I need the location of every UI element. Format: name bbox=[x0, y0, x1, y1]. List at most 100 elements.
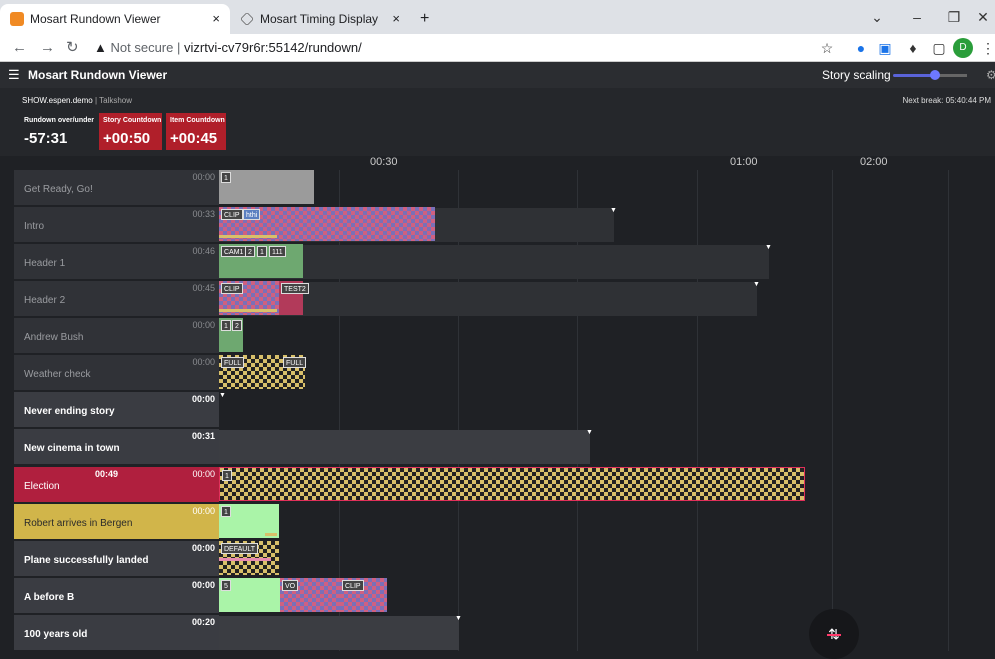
profile-avatar[interactable]: D bbox=[953, 38, 973, 58]
slider-knob[interactable] bbox=[930, 70, 940, 80]
story-label[interactable]: 100 years old 00:20 bbox=[14, 615, 219, 650]
forward-arrow-icon[interactable]: → bbox=[40, 34, 55, 62]
story-label[interactable]: Header 1 00:46 bbox=[14, 244, 219, 279]
show-type: Talkshow bbox=[99, 96, 132, 105]
story-item[interactable]: 1 2 bbox=[219, 318, 243, 352]
story-item[interactable]: 1 bbox=[219, 170, 314, 204]
url-text: vizrtvi-cv79r6r:55142/rundown/ bbox=[184, 40, 362, 55]
story-item[interactable]: CAM1 2 1 111 bbox=[219, 244, 303, 278]
item-tag: FULL bbox=[283, 357, 307, 368]
item-tag: 2 bbox=[245, 246, 255, 257]
story-row[interactable]: Andrew Bush 00:00 1 2 bbox=[14, 318, 995, 353]
story-label[interactable]: New cinema in town 00:31 bbox=[14, 429, 219, 464]
story-time: 00:00 bbox=[192, 172, 215, 182]
bookmark-star-icon[interactable]: ☆ bbox=[817, 38, 837, 58]
axis-tick: 00:30 bbox=[370, 156, 398, 168]
end-marker-icon: ▼ bbox=[586, 429, 593, 436]
counter-value: +00:45 bbox=[170, 130, 218, 147]
story-time: 00:00 bbox=[191, 580, 215, 590]
minimize-icon[interactable]: – bbox=[897, 0, 937, 34]
story-label[interactable]: Header 2 00:45 bbox=[14, 281, 219, 316]
story-scaling-slider[interactable] bbox=[893, 70, 967, 80]
story-row[interactable]: Election 00:49 00:00 1 bbox=[14, 467, 995, 502]
not-secure-label: Not secure bbox=[110, 40, 174, 55]
story-label[interactable]: Election 00:49 00:00 bbox=[14, 467, 219, 502]
story-item[interactable]: CLIP bbox=[340, 578, 387, 612]
story-label[interactable]: Get Ready, Go! 00:00 bbox=[14, 170, 219, 205]
item-tag: CLIP bbox=[342, 580, 364, 591]
close-tab-icon[interactable]: × bbox=[392, 4, 400, 34]
story-item[interactable]: DEFAULT bbox=[219, 541, 279, 575]
tab-rundown-viewer[interactable]: Mosart Rundown Viewer × bbox=[0, 4, 230, 34]
story-item[interactable]: TEST2 bbox=[279, 281, 309, 315]
reload-icon[interactable]: ↻ bbox=[66, 34, 79, 62]
story-label[interactable]: Weather check 00:00 bbox=[14, 355, 219, 390]
extension-icon[interactable]: ● bbox=[851, 38, 871, 58]
story-label[interactable]: Robert arrives in Bergen 00:00 bbox=[14, 504, 219, 539]
collapse-fab-button[interactable]: ⇅ bbox=[809, 609, 859, 659]
story-name: Intro bbox=[24, 221, 45, 232]
story-row[interactable]: Get Ready, Go! 00:00 1 bbox=[14, 170, 995, 205]
story-name: Plane successfully landed bbox=[24, 555, 149, 566]
tab-search-chevron-icon[interactable]: ⌄ bbox=[857, 0, 897, 34]
side-panel-icon[interactable]: ▢ bbox=[929, 38, 949, 58]
menu-icon[interactable]: ☰ bbox=[8, 62, 20, 88]
story-label[interactable]: Never ending story 00:00 bbox=[14, 392, 219, 427]
story-label[interactable]: Andrew Bush 00:00 bbox=[14, 318, 219, 353]
progress-bar bbox=[265, 533, 277, 536]
settings-icon[interactable]: ⚙ bbox=[986, 62, 995, 88]
story-row[interactable]: Header 1 00:46 ▼ CAM1 2 1 111 bbox=[14, 244, 995, 279]
story-label[interactable]: Intro 00:33 bbox=[14, 207, 219, 242]
story-item[interactable]: 1 bbox=[219, 504, 279, 538]
story-item[interactable]: 1 bbox=[219, 467, 805, 501]
show-info: SHOW.espen.demo | Talkshow bbox=[22, 96, 132, 105]
story-row[interactable]: Never ending story 00:00 ▼ bbox=[14, 392, 995, 427]
story-name: Weather check bbox=[24, 369, 91, 380]
story-item[interactable]: CLIP bbox=[219, 281, 279, 315]
progress-bar bbox=[219, 309, 277, 312]
end-marker-icon: ▼ bbox=[219, 392, 226, 399]
url-field[interactable]: ▲ Not secure | vizrtvi-cv79r6r:55142/run… bbox=[94, 37, 362, 59]
story-time: 00:00 bbox=[191, 394, 215, 404]
story-label[interactable]: Plane successfully landed 00:00 bbox=[14, 541, 219, 576]
item-tag: 2 bbox=[232, 320, 242, 331]
story-name: Header 2 bbox=[24, 295, 66, 306]
story-item[interactable]: VO bbox=[280, 578, 340, 612]
story-label[interactable]: A before B 00:00 bbox=[14, 578, 219, 613]
story-row[interactable]: New cinema in town 00:31 ▼ bbox=[14, 429, 995, 464]
story-time: 00:46 bbox=[192, 246, 215, 256]
story-row[interactable]: Intro 00:33 ▼ CLIP hthi bbox=[14, 207, 995, 242]
story-row[interactable]: A before B 00:00 5 VO CLIP bbox=[14, 578, 995, 613]
story-row[interactable]: Plane successfully landed 00:00 DEFAULT bbox=[14, 541, 995, 576]
tab-timing-display[interactable]: Mosart Timing Display × bbox=[230, 4, 410, 34]
story-row[interactable]: Header 2 00:45 ▼ CLIP TEST2 bbox=[14, 281, 995, 316]
extensions-puzzle-icon[interactable]: ♦ bbox=[903, 38, 923, 58]
back-arrow-icon[interactable]: ← bbox=[12, 34, 27, 62]
item-tag: hthi bbox=[243, 209, 261, 220]
story-item[interactable]: CLIP hthi bbox=[219, 207, 435, 241]
item-tag: 1 bbox=[221, 172, 231, 183]
more-menu-icon[interactable]: ⋮ bbox=[978, 38, 995, 58]
info-panel: SHOW.espen.demo | Talkshow Next break: 0… bbox=[0, 88, 995, 156]
close-window-icon[interactable]: ✕ bbox=[963, 0, 995, 34]
rundown-list: Get Ready, Go! 00:00 1 Intro 00:33 ▼ CLI… bbox=[0, 170, 995, 651]
close-tab-icon[interactable]: × bbox=[212, 4, 220, 34]
diamond-favicon-icon bbox=[240, 12, 254, 26]
item-tag: FULL bbox=[221, 357, 245, 368]
item-tag: TEST2 bbox=[281, 283, 309, 294]
story-item[interactable]: 5 bbox=[219, 578, 280, 612]
axis-tick: 02:00 bbox=[860, 156, 888, 168]
story-name: Andrew Bush bbox=[24, 332, 84, 343]
story-name: Header 1 bbox=[24, 258, 66, 269]
story-row[interactable]: Robert arrives in Bergen 00:00 1 bbox=[14, 504, 995, 539]
new-tab-button[interactable]: + bbox=[412, 4, 429, 34]
app-title: Mosart Rundown Viewer bbox=[28, 68, 168, 82]
collapse-line bbox=[827, 634, 841, 636]
end-marker-icon: ▼ bbox=[765, 244, 772, 251]
story-time: 00:00 bbox=[192, 506, 215, 516]
story-item[interactable]: FULL FULL bbox=[219, 355, 307, 389]
translate-extension-icon[interactable]: ▣ bbox=[875, 38, 895, 58]
story-row[interactable]: Weather check 00:00 FULL FULL bbox=[14, 355, 995, 390]
counter-label: Rundown over/under bbox=[24, 117, 94, 124]
end-marker-icon: ▼ bbox=[455, 615, 462, 622]
